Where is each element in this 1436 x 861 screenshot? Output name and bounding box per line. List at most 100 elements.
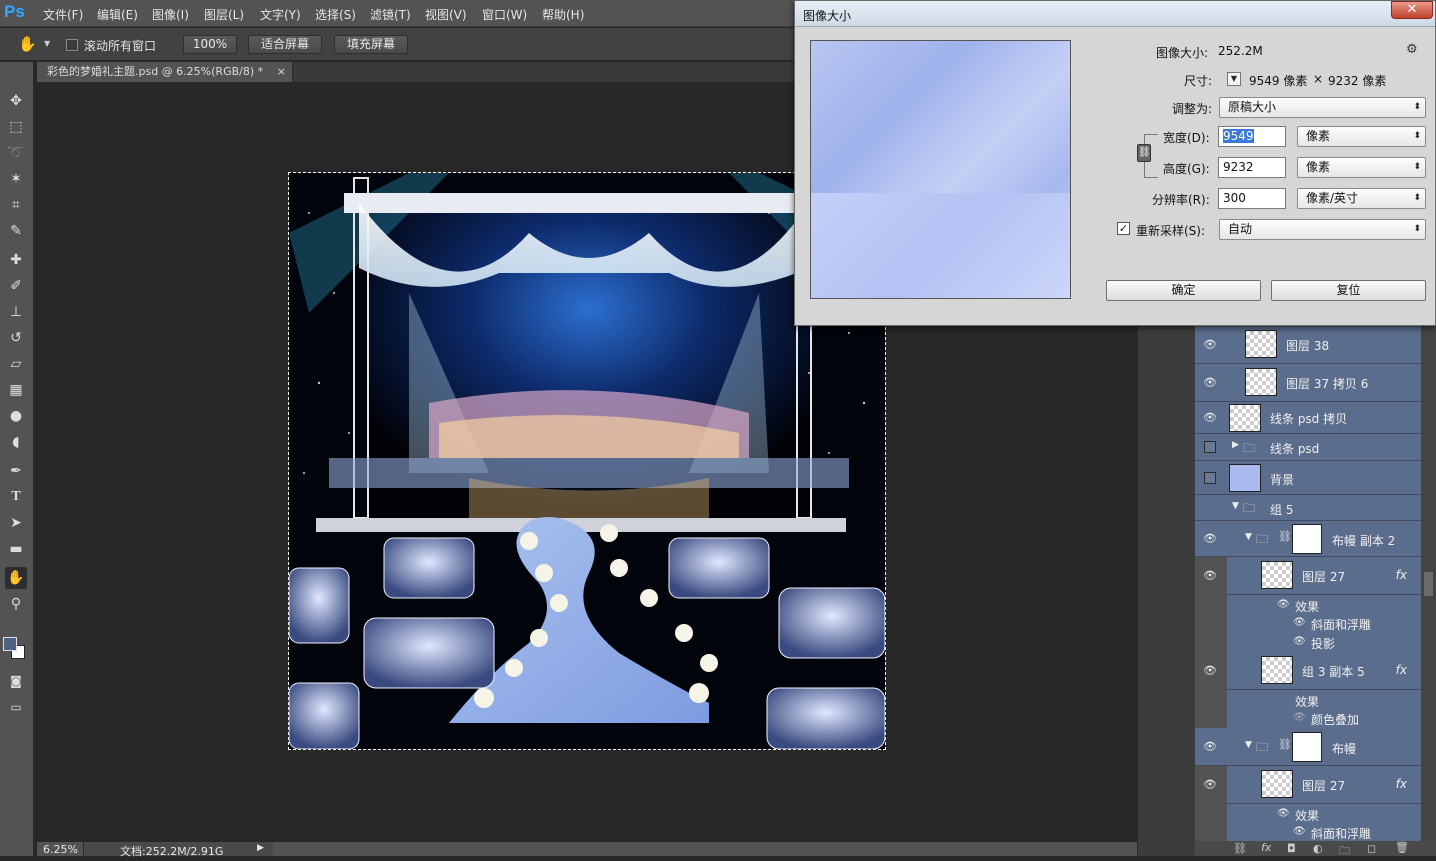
new-layer-icon[interactable]: ◻ xyxy=(1367,842,1376,855)
menu-layer[interactable]: 图层(L) xyxy=(204,6,244,23)
eyedropper-tool-icon[interactable]: ✎ xyxy=(5,220,27,242)
chain-link-icon[interactable]: ⛓ xyxy=(1137,144,1151,162)
ok-button[interactable]: 确定 xyxy=(1106,280,1261,301)
zoom-level[interactable]: 6.25% xyxy=(43,843,78,856)
layer-row[interactable]: 👁 图层 37 拷贝 6 xyxy=(1195,364,1421,402)
menu-window[interactable]: 窗口(W) xyxy=(482,6,527,23)
visibility-toggle-off[interactable] xyxy=(1204,441,1216,453)
brush-tool-icon[interactable]: ✐ xyxy=(5,275,27,297)
hand-tool-icon[interactable]: ✋ xyxy=(18,35,38,55)
visibility-eye-icon[interactable]: 👁 xyxy=(1203,740,1217,754)
visibility-eye-icon[interactable]: 👁 xyxy=(1293,826,1306,837)
resolution-unit-select[interactable]: 像素/英寸 ⬍ xyxy=(1297,188,1426,209)
visibility-eye-icon[interactable]: 👁 xyxy=(1203,569,1217,583)
gear-icon[interactable]: ⚙ xyxy=(1406,42,1418,57)
history-brush-tool-icon[interactable]: ↺ xyxy=(5,327,27,349)
layer-row[interactable]: 👁 图层 38 xyxy=(1195,326,1421,364)
add-mask-icon[interactable]: ◘ xyxy=(1287,842,1296,855)
layer-group-row[interactable]: ▶ 🗀 线条 psd xyxy=(1195,434,1421,461)
width-input[interactable]: 9549 xyxy=(1218,126,1286,147)
scroll-all-windows-checkbox[interactable] xyxy=(66,39,78,51)
menu-type[interactable]: 文字(Y) xyxy=(260,6,301,23)
layer-effects-icon[interactable]: fx xyxy=(1396,777,1407,791)
quick-mask-icon[interactable]: ◙ xyxy=(5,670,27,692)
visibility-eye-icon[interactable]: 👁 xyxy=(1203,532,1217,546)
menu-filter[interactable]: 滤镜(T) xyxy=(370,6,411,23)
mask-thumbnail[interactable] xyxy=(1292,524,1322,554)
gradient-tool-icon[interactable]: ▦ xyxy=(5,379,27,401)
zoom-tool-icon[interactable]: ⚲ xyxy=(5,593,27,615)
visibility-eye-icon[interactable]: 👁 xyxy=(1293,712,1306,723)
fit-to-select[interactable]: 原稿大小 ⬍ xyxy=(1219,97,1426,118)
menu-view[interactable]: 视图(V) xyxy=(425,6,467,23)
layer-row[interactable]: 👁 图层 27 fx xyxy=(1203,766,1421,804)
color-swatches[interactable] xyxy=(3,635,27,659)
reset-button[interactable]: 复位 xyxy=(1271,280,1426,301)
resample-checkbox[interactable]: ✓ xyxy=(1117,222,1130,235)
healing-brush-tool-icon[interactable]: ✚ xyxy=(5,249,27,271)
visibility-eye-icon[interactable]: 👁 xyxy=(1293,617,1306,628)
image-preview[interactable] xyxy=(810,40,1071,299)
visibility-toggle-off[interactable] xyxy=(1204,472,1216,484)
layer-effects-icon[interactable]: fx xyxy=(1396,663,1407,677)
collapse-arrow-icon[interactable]: ▼ xyxy=(1232,501,1239,511)
add-style-icon[interactable]: fx xyxy=(1261,841,1271,854)
rectangle-tool-icon[interactable]: ▬ xyxy=(5,538,27,560)
layer-row[interactable]: 👁 组 3 副本 5 fx xyxy=(1203,652,1421,690)
menu-file[interactable]: 文件(F) xyxy=(43,6,83,23)
visibility-eye-icon[interactable]: 👁 xyxy=(1203,376,1217,390)
dodge-tool-icon[interactable]: ◖ xyxy=(5,431,27,453)
lasso-tool-icon[interactable]: ➰ xyxy=(5,142,27,164)
marquee-tool-icon[interactable]: ⬚ xyxy=(5,116,27,138)
new-group-icon[interactable]: 🗀 xyxy=(1339,842,1350,861)
dimensions-unit-dropdown[interactable]: ▼ xyxy=(1227,72,1241,86)
path-selection-tool-icon[interactable]: ➤ xyxy=(5,512,27,534)
zoom-100-button[interactable]: 100% xyxy=(183,35,237,54)
type-tool-icon[interactable]: T xyxy=(5,486,27,508)
status-menu-arrow-icon[interactable]: ▶ xyxy=(257,843,264,853)
layer-row[interactable]: 👁 线条 psd 拷贝 xyxy=(1195,402,1421,434)
hand-tool-icon[interactable]: ✋ xyxy=(5,567,27,589)
pen-tool-icon[interactable]: ✒ xyxy=(5,460,27,482)
layer-effects-icon[interactable]: fx xyxy=(1396,568,1407,582)
resolution-input[interactable]: 300 xyxy=(1218,188,1286,209)
visibility-eye-icon[interactable]: 👁 xyxy=(1203,411,1217,425)
delete-layer-icon[interactable]: 🗑 xyxy=(1395,841,1409,854)
adjustment-layer-icon[interactable]: ◐ xyxy=(1313,842,1323,855)
scrollbar-thumb[interactable] xyxy=(1424,572,1433,596)
layer-group-row[interactable]: ▼ 🗀 组 5 xyxy=(1195,495,1421,521)
collapse-arrow-icon[interactable]: ▼ xyxy=(1245,532,1252,542)
magic-wand-tool-icon[interactable]: ✶ xyxy=(5,168,27,190)
visibility-eye-icon[interactable]: 👁 xyxy=(1277,808,1290,819)
menu-edit[interactable]: 编辑(E) xyxy=(97,6,138,23)
layers-scrollbar[interactable] xyxy=(1421,322,1436,841)
menu-help[interactable]: 帮助(H) xyxy=(542,6,584,23)
menu-select[interactable]: 选择(S) xyxy=(315,6,356,23)
visibility-eye-icon[interactable]: 👁 xyxy=(1293,636,1306,647)
menu-image[interactable]: 图像(I) xyxy=(152,6,189,23)
layer-group-row[interactable]: 👁 ▼ 🗀 ⛓ 布幔 副本 2 xyxy=(1195,521,1421,557)
fill-screen-button[interactable]: 填充屏幕 xyxy=(334,35,408,54)
screen-mode-icon[interactable]: ▭ xyxy=(5,696,27,718)
fit-screen-button[interactable]: 适合屏幕 xyxy=(248,35,322,54)
move-tool-icon[interactable]: ✥ xyxy=(5,90,27,112)
resample-select[interactable]: 自动 ⬍ xyxy=(1219,219,1426,240)
height-input[interactable]: 9232 xyxy=(1218,157,1286,178)
link-layers-icon[interactable]: ⛓ xyxy=(1233,842,1247,855)
collapse-arrow-icon[interactable]: ▼ xyxy=(1245,740,1252,750)
visibility-eye-icon[interactable]: 👁 xyxy=(1203,664,1217,678)
visibility-eye-icon[interactable]: 👁 xyxy=(1203,778,1217,792)
clone-stamp-tool-icon[interactable]: ⊥ xyxy=(5,301,27,323)
dialog-title-bar[interactable]: 图像大小 ✕ xyxy=(795,1,1435,27)
eraser-tool-icon[interactable]: ▱ xyxy=(5,353,27,375)
visibility-eye-icon[interactable]: 👁 xyxy=(1277,599,1290,610)
crop-tool-icon[interactable]: ⌗ xyxy=(5,194,27,216)
foreground-color-swatch[interactable] xyxy=(3,637,17,651)
document-tab[interactable]: 彩色的梦婚礼主题.psd @ 6.25%(RGB/8) * × xyxy=(37,62,293,82)
visibility-eye-icon[interactable]: 👁 xyxy=(1203,338,1217,352)
expand-arrow-icon[interactable]: ▶ xyxy=(1232,440,1239,450)
height-unit-select[interactable]: 像素 ⬍ xyxy=(1297,157,1426,178)
close-button[interactable]: ✕ xyxy=(1391,1,1433,19)
layer-row[interactable]: 背景 xyxy=(1195,461,1421,495)
close-tab-icon[interactable]: × xyxy=(277,62,286,82)
